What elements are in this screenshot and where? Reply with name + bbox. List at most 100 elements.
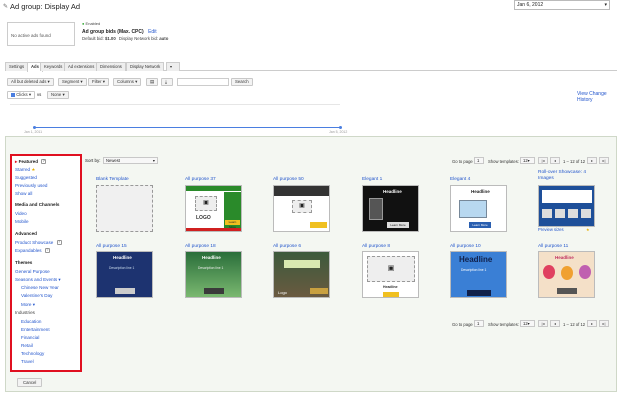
segment-dropdown[interactable]: Segment ▾ — [58, 78, 87, 86]
compare-dropdown[interactable]: None ▾ — [47, 91, 69, 99]
tab-dimensions[interactable]: Dimensions — [96, 62, 126, 71]
advanced-heading: Advanced — [15, 231, 37, 236]
template-thumbnail[interactable]: Headline — [538, 251, 595, 298]
prev-page-icon[interactable]: ◂ — [550, 157, 560, 164]
per-page-select[interactable]: 12▾ — [520, 157, 535, 164]
first-page-icon[interactable]: |◂ — [538, 320, 548, 327]
template-label[interactable]: All purpose 15 — [96, 244, 127, 249]
help-icon[interactable]: ? — [44, 248, 50, 254]
edit-bids-link[interactable]: Edit — [148, 29, 157, 35]
template-label[interactable]: Roll-over Showcase: 4 Images — [538, 170, 594, 182]
page-input[interactable]: 1 — [474, 157, 484, 164]
columns-dropdown[interactable]: Columns ▾ — [113, 78, 142, 86]
star-icon[interactable]: ★ — [586, 227, 590, 232]
template-label[interactable]: All purpose 8 — [362, 244, 390, 249]
thumb-headline: Headline — [383, 189, 402, 194]
thumb-image-2 — [555, 209, 565, 218]
sidebar-item-technology[interactable]: Technology — [21, 351, 44, 356]
tab-display-network[interactable]: Display Network — [126, 62, 165, 71]
more-seasons-link[interactable]: More ▾ — [21, 302, 35, 308]
tab-keywords[interactable]: Keywords — [40, 62, 67, 71]
sidebar-item-suggested[interactable]: Suggested — [15, 175, 37, 180]
ads-filter-dropdown[interactable]: All but deleted ads ▾ — [7, 78, 54, 86]
help-icon[interactable]: ? — [56, 240, 62, 246]
template-label[interactable]: All purpose 18 — [185, 244, 216, 249]
sidebar-item-expandables[interactable]: Expandables ? — [15, 248, 50, 254]
sidebar-item-seasons-events[interactable]: Seasons and Events ▾ — [15, 277, 61, 283]
preview-sizes-link[interactable]: Preview sizes — [538, 227, 564, 232]
search-input[interactable] — [177, 78, 229, 86]
template-label[interactable]: All purpose 37 — [185, 177, 216, 182]
template-thumbnail[interactable]: Headline Learn More — [362, 185, 419, 232]
sidebar-item-starred[interactable]: Starred ★ — [15, 167, 35, 173]
next-page-icon[interactable]: ▸ — [587, 157, 597, 164]
no-ads-text: No active ads found — [11, 33, 51, 38]
featured-heading[interactable]: ▸ Featured ? — [15, 159, 47, 165]
next-page-icon[interactable]: ▸ — [587, 320, 597, 327]
template-thumbnail[interactable] — [538, 185, 595, 227]
sidebar-item-show-all[interactable]: Show all — [15, 191, 32, 196]
sidebar-item-product-showcase[interactable]: Product Showcase ? — [15, 240, 62, 246]
selected-arrow-icon: ▸ — [15, 159, 18, 164]
display-bid-value: auto — [159, 36, 169, 41]
sidebar-item-valentines-day[interactable]: Valentine's Day — [21, 293, 52, 298]
page-input[interactable]: 1 — [474, 320, 484, 327]
thumb-cta — [557, 288, 577, 294]
timeline-start-label: Jan 1, 2011 — [24, 130, 43, 134]
sidebar-item-travel[interactable]: Travel — [21, 359, 34, 364]
template-label[interactable]: All purpose 50 — [273, 177, 304, 182]
thumb-image-4 — [581, 209, 591, 218]
flower-icon — [579, 265, 591, 279]
chevron-down-icon: ▾ — [152, 158, 155, 163]
tab-more[interactable]: ▾ — [166, 62, 180, 71]
template-thumbnail[interactable]: Headline Description line 1 — [450, 251, 507, 298]
template-thumbnail-blank[interactable] — [96, 185, 153, 232]
template-thumbnail[interactable]: Headline Description line 1 — [185, 251, 242, 298]
sidebar-item-entertainment[interactable]: Entertainment — [21, 327, 50, 332]
sort-select[interactable]: Newest ▾ — [103, 157, 158, 164]
metric-dropdown[interactable]: Clicks ▾ — [7, 91, 36, 99]
sidebar-item-retail[interactable]: Retail — [21, 343, 33, 348]
per-page-select[interactable]: 12▾ — [520, 320, 535, 327]
page-range: 1 – 12 of 12 — [563, 322, 586, 327]
sidebar-item-chinese-new-year[interactable]: Chinese New Year — [21, 285, 59, 290]
sidebar-item-mobile[interactable]: Mobile — [15, 219, 29, 224]
page-title: Ad group: Display Ad — [10, 2, 81, 11]
chart-icon[interactable]: ▤ — [146, 78, 158, 86]
date-range-selector[interactable]: Jan 6, 2012 ▾ — [514, 0, 610, 10]
ads-preview-box: No active ads found — [7, 22, 75, 46]
download-icon[interactable]: ⤓ — [161, 78, 173, 86]
thumb-cta — [310, 288, 328, 294]
template-label[interactable]: All purpose 6 — [273, 244, 301, 249]
tab-settings[interactable]: Settings — [5, 62, 29, 71]
template-thumbnail[interactable]: ▣ LOGO Learn More — [185, 185, 242, 232]
template-thumbnail[interactable]: ▣ Headline — [362, 251, 419, 298]
template-thumbnail[interactable]: ▣ — [273, 185, 330, 232]
template-thumbnail[interactable]: Headline Description line 1 — [96, 251, 153, 298]
last-page-icon[interactable]: ▸| — [599, 157, 609, 164]
sidebar-item-education[interactable]: Education — [21, 319, 41, 324]
template-thumbnail[interactable]: Headline Learn More — [450, 185, 507, 232]
sidebar-item-financial[interactable]: Financial — [21, 335, 39, 340]
search-button[interactable]: Search — [231, 78, 253, 86]
template-thumbnail[interactable]: Logo — [273, 251, 330, 298]
themes-heading: Themes — [15, 260, 33, 265]
tab-ad-extensions[interactable]: Ad extensions — [64, 62, 99, 71]
template-label[interactable]: All purpose 10 — [450, 244, 481, 249]
thumb-banner — [274, 186, 329, 196]
view-change-history-link[interactable]: View Change History — [577, 91, 623, 103]
sidebar-item-general-purpose[interactable]: General Purpose — [15, 269, 50, 274]
sidebar-item-video[interactable]: Video — [15, 211, 27, 216]
cancel-button[interactable]: Cancel — [17, 378, 43, 387]
prev-page-icon[interactable]: ◂ — [550, 320, 560, 327]
help-icon[interactable]: ? — [41, 159, 47, 165]
sidebar-item-previously-used[interactable]: Previously used — [15, 183, 47, 188]
template-label[interactable]: Elegant 1 — [362, 177, 382, 182]
filter-dropdown[interactable]: Filter ▾ — [88, 78, 109, 86]
first-page-icon[interactable]: |◂ — [538, 157, 548, 164]
last-page-icon[interactable]: ▸| — [599, 320, 609, 327]
display-bid-label: Display Network bid: — [118, 36, 159, 41]
template-label[interactable]: Elegant 4 — [450, 177, 470, 182]
template-label[interactable]: All purpose 11 — [538, 244, 568, 249]
template-label[interactable]: Blank Template — [96, 177, 129, 182]
